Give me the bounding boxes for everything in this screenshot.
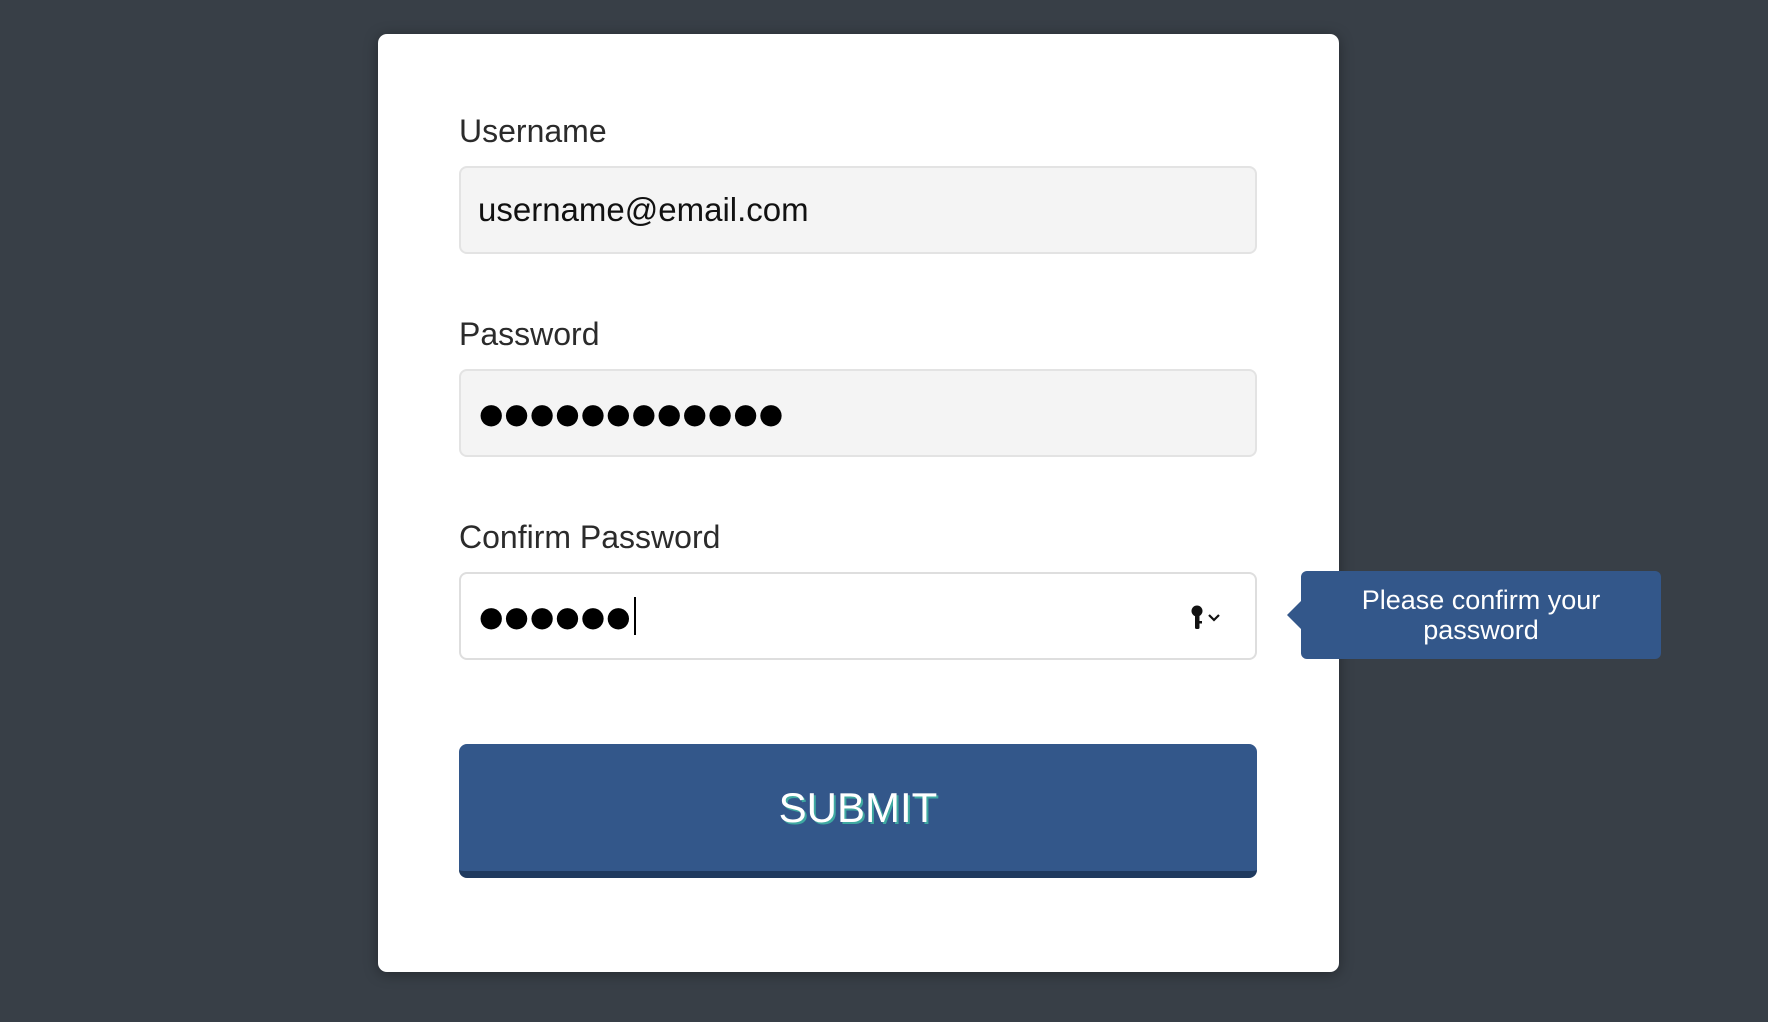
tooltip-text: Please confirm your password <box>1361 584 1601 646</box>
username-value: username@email.com <box>478 191 809 228</box>
chevron-down-icon <box>1208 614 1220 622</box>
password-value: ●●●●●●●●●●●● <box>479 396 785 430</box>
password-label: Password <box>459 316 600 352</box>
username-label: Username <box>459 113 607 149</box>
confirm-password-dots: ●●●●●● <box>479 599 632 633</box>
key-icon[interactable] <box>1189 604 1229 632</box>
submit-button[interactable]: SUBMIT <box>459 744 1257 878</box>
confirm-password-value: ●●●●●● <box>479 574 636 658</box>
signup-card: Username username@email.com Password ●●●… <box>378 34 1339 972</box>
confirm-password-field[interactable]: ●●●●●● <box>459 572 1257 660</box>
confirm-password-label: Confirm Password <box>459 519 721 555</box>
confirm-password-tooltip: Please confirm your password <box>1287 571 1661 659</box>
key-autofill-icon <box>1191 605 1220 629</box>
text-caret <box>633 597 636 635</box>
password-field[interactable]: ●●●●●●●●●●●● <box>459 369 1257 457</box>
username-field[interactable]: username@email.com <box>459 166 1257 254</box>
tooltip-arrow <box>1287 601 1301 629</box>
